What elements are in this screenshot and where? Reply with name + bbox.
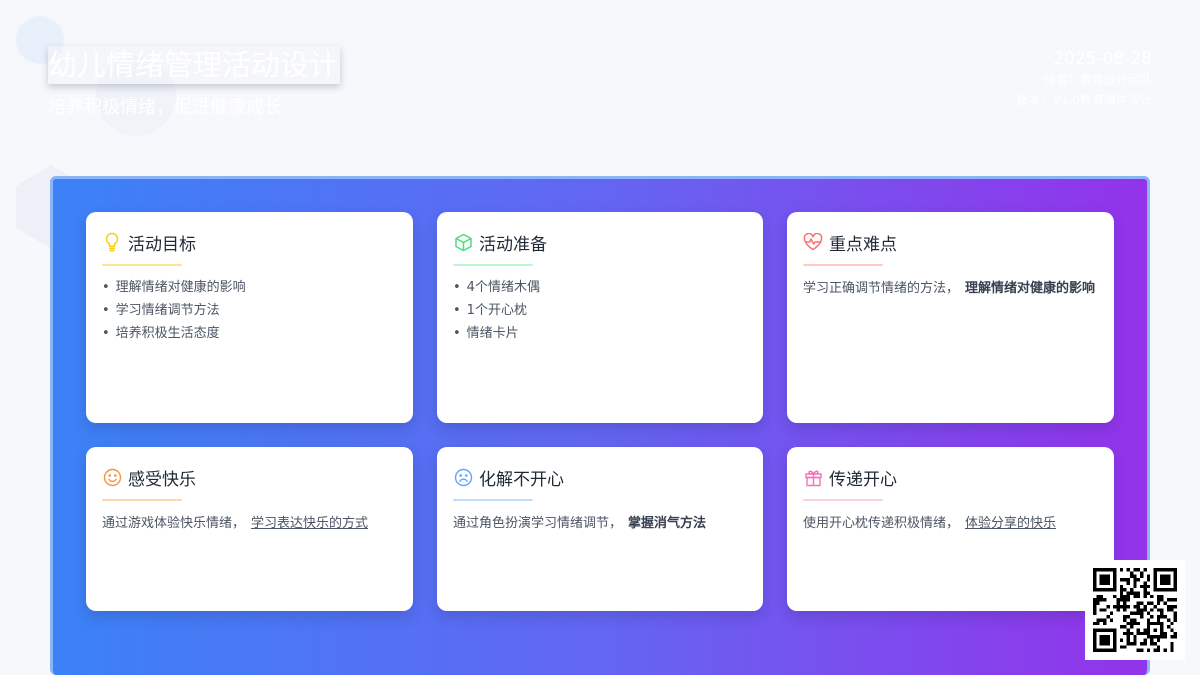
card-title: 活动目标 — [128, 234, 196, 255]
card-divider — [803, 264, 883, 266]
list-item: 培养积极生活态度 — [102, 322, 397, 345]
card-divider — [453, 264, 533, 266]
slide: 幼儿情绪管理活动设计 培养积极情绪，促进健康成长 2025-08-28 作者：教… — [0, 0, 1200, 675]
card-text: 通过游戏体验快乐情绪， 学习表达快乐的方式 — [102, 512, 397, 535]
card-text-body: 通过角色扮演学习情绪调节， — [453, 516, 623, 531]
card-resolve-unhappy: 化解不开心 通过角色扮演学习情绪调节， 掌握消气方法 — [437, 447, 763, 611]
list-item: 1个开心枕 — [453, 299, 747, 322]
author-label: 作者：教育设计团队 — [1043, 73, 1152, 87]
card-text-link: 学习表达快乐的方式 — [251, 516, 369, 531]
card-title: 感受快乐 — [128, 469, 196, 490]
card-key-points: 重点难点 学习正确调节情绪的方法， 理解情绪对健康的影响 — [787, 212, 1114, 423]
card-divider — [102, 499, 182, 501]
page-title: 幼儿情绪管理活动设计 — [48, 46, 341, 84]
list-item: 情绪卡片 — [453, 322, 747, 345]
lightbulb-icon — [102, 232, 122, 252]
frown-icon — [453, 467, 473, 487]
heartbeat-icon — [803, 232, 823, 252]
list-item: 4个情绪木偶 — [453, 276, 747, 299]
list-item: 理解情绪对健康的影响 — [102, 276, 397, 299]
gift-icon — [803, 467, 823, 487]
card-text-link: 体验分享的快乐 — [965, 516, 1057, 531]
box-icon — [453, 232, 473, 252]
card-text-emphasis: 理解情绪对健康的影响 — [965, 281, 1096, 296]
version-label: 版本：V1.0教育课件设计 — [1016, 93, 1152, 107]
card-text-body: 通过游戏体验快乐情绪， — [102, 516, 246, 531]
card-divider — [803, 499, 883, 501]
card-feel-happy: 感受快乐 通过游戏体验快乐情绪， 学习表达快乐的方式 — [86, 447, 413, 611]
card-share-joy: 传递开心 使用开心枕传递积极情绪， 体验分享的快乐 — [787, 447, 1114, 611]
card-text-body: 学习正确调节情绪的方法， — [803, 281, 960, 296]
card-text: 学习正确调节情绪的方法， 理解情绪对健康的影响 — [803, 277, 1098, 300]
qr-code — [1085, 560, 1185, 660]
card-title: 重点难点 — [829, 234, 897, 255]
card-divider — [102, 264, 182, 266]
smile-icon — [102, 467, 122, 487]
card-text: 使用开心枕传递积极情绪， 体验分享的快乐 — [803, 512, 1098, 535]
date-label: 2025-08-28 — [1053, 49, 1152, 69]
card-text: 通过角色扮演学习情绪调节， 掌握消气方法 — [453, 512, 747, 535]
header: 幼儿情绪管理活动设计 培养积极情绪，促进健康成长 — [48, 46, 341, 120]
card-activity-prep: 活动准备 4个情绪木偶 1个开心枕 情绪卡片 — [437, 212, 763, 423]
card-list: 4个情绪木偶 1个开心枕 情绪卡片 — [453, 276, 747, 345]
card-text-emphasis: 掌握消气方法 — [628, 516, 707, 531]
card-title: 化解不开心 — [479, 469, 564, 490]
header-meta: 2025-08-28 作者：教育设计团队 版本：V1.0教育课件设计 — [1017, 48, 1152, 110]
card-divider — [453, 499, 533, 501]
card-title: 传递开心 — [829, 469, 897, 490]
card-list: 理解情绪对健康的影响 学习情绪调节方法 培养积极生活态度 — [102, 276, 397, 345]
list-item: 学习情绪调节方法 — [102, 299, 397, 322]
page-subtitle: 培养积极情绪，促进健康成长 — [48, 97, 282, 118]
card-title: 活动准备 — [479, 234, 547, 255]
card-activity-goals: 活动目标 理解情绪对健康的影响 学习情绪调节方法 培养积极生活态度 — [86, 212, 413, 423]
card-text-body: 使用开心枕传递积极情绪， — [803, 516, 960, 531]
